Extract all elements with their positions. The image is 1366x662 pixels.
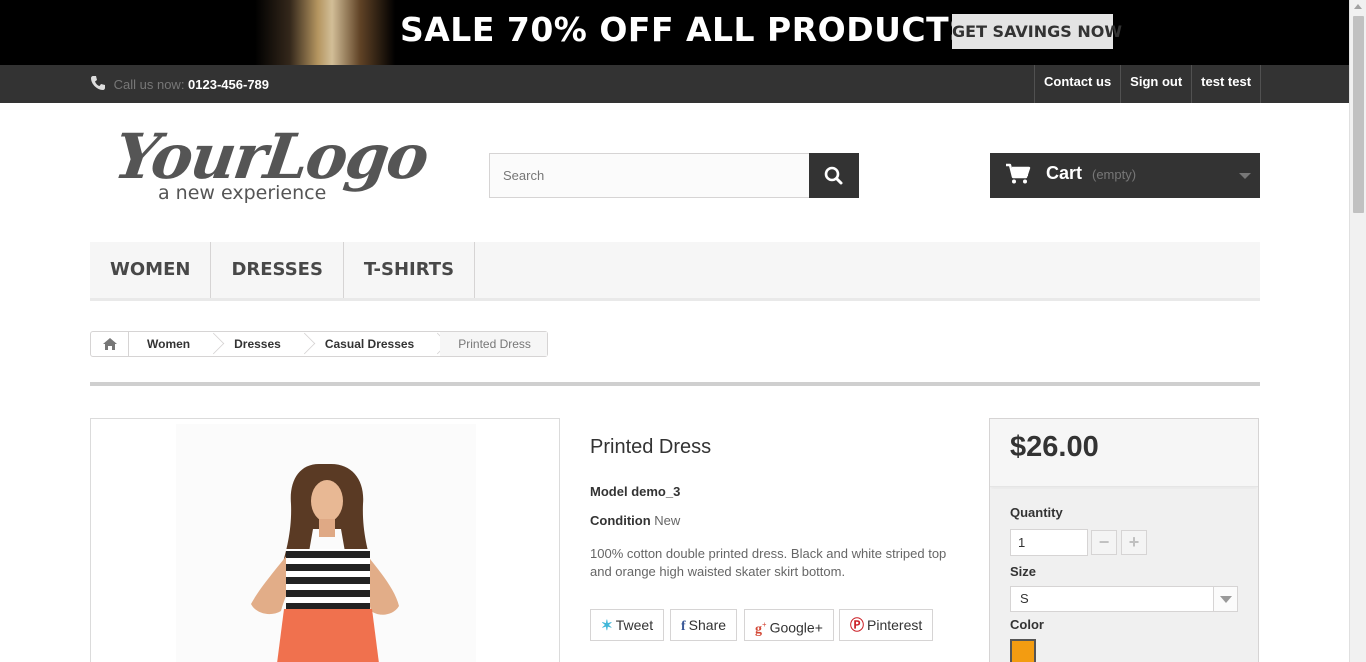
plus-icon: +	[1128, 532, 1140, 552]
breadcrumb-separator	[297, 332, 307, 356]
logo-tagline: a new experience	[158, 182, 327, 204]
product-photo	[176, 424, 476, 662]
model-value: demo_3	[631, 484, 681, 499]
condition-value: New	[654, 513, 681, 528]
breadcrumb-current: Printed Dress	[440, 332, 547, 356]
scrollbar[interactable]	[1349, 0, 1366, 662]
share-button[interactable]: f Share	[670, 609, 738, 641]
quantity-decrease-button[interactable]: −	[1091, 530, 1117, 555]
tweet-label: Tweet	[615, 617, 654, 633]
pinterest-button[interactable]: Ⓟ Pinterest	[839, 609, 934, 641]
product-image[interactable]	[90, 418, 560, 662]
breadcrumb-home[interactable]	[91, 332, 129, 356]
home-icon	[102, 338, 117, 350]
scrollbar-thumb[interactable]	[1353, 16, 1364, 213]
banner-model-image	[255, 0, 395, 65]
cart-icon	[1006, 163, 1031, 184]
condition-label: Condition	[590, 513, 651, 528]
price-header: $26.00	[990, 419, 1258, 487]
banner-headline: SALE 70% OFF ALL PRODUCTS	[400, 10, 974, 49]
product-model: Model demo_3	[590, 484, 680, 499]
divider	[90, 382, 1260, 386]
get-savings-button[interactable]: GET SAVINGS NOW	[952, 14, 1122, 49]
google-plus-label: Google+	[769, 619, 823, 636]
quantity-input[interactable]: 1	[1010, 529, 1088, 556]
menu-item-dresses[interactable]: DRESSES	[211, 242, 344, 298]
page: SALE 70% OFF ALL PRODUCTS GET SAVINGS NO…	[0, 0, 1366, 662]
twitter-icon: ✶	[601, 617, 613, 633]
call-label: Call us now:	[113, 77, 189, 92]
breadcrumb-separator	[430, 332, 440, 356]
site-logo[interactable]: YourLogo a new experience	[110, 120, 432, 210]
chevron-down-icon	[1239, 173, 1251, 179]
share-label: Share	[688, 617, 727, 633]
chevron-down-icon	[1213, 587, 1237, 611]
menu-item-women[interactable]: WOMEN	[90, 242, 212, 298]
product-condition: Condition New	[590, 513, 680, 528]
call-us: Call us now: 0123-456-789	[90, 75, 269, 92]
product-description: 100% cotton double printed dress. Black …	[590, 546, 947, 579]
promo-banner[interactable]: SALE 70% OFF ALL PRODUCTS GET SAVINGS NO…	[0, 0, 1349, 65]
top-bar: Call us now: 0123-456-789 Contact us Sig…	[0, 65, 1349, 103]
size-value: S	[1020, 591, 1029, 606]
pinterest-icon: Ⓟ	[850, 617, 864, 633]
quantity-label: Quantity	[1010, 505, 1063, 520]
facebook-icon: f	[681, 619, 686, 634]
size-label: Size	[1010, 564, 1037, 579]
phone-icon	[91, 76, 105, 90]
sign-out-link[interactable]: Sign out	[1120, 65, 1191, 103]
breadcrumb-casual-dresses[interactable]: Casual Dresses	[307, 332, 430, 356]
purchase-box: $26.00 Quantity 1 − + Size S Color	[989, 418, 1259, 662]
cart-label: Cart	[1046, 163, 1083, 183]
breadcrumb-dresses[interactable]: Dresses	[216, 332, 297, 356]
main-menu: WOMEN DRESSES T-SHIRTS	[90, 242, 1260, 301]
cart-status: (empty)	[1092, 167, 1137, 182]
breadcrumb-women[interactable]: Women	[129, 332, 206, 356]
search-input[interactable]: Search	[489, 153, 810, 198]
account-link[interactable]: test test	[1191, 65, 1262, 103]
menu-item-t-shirts[interactable]: T-SHIRTS	[344, 242, 476, 298]
header-links: Contact us Sign out test test	[1034, 65, 1262, 103]
color-swatch-orange[interactable]	[1010, 639, 1036, 662]
contact-us-link[interactable]: Contact us	[1034, 65, 1120, 103]
breadcrumb: Women Dresses Casual Dresses Printed Dre…	[90, 331, 548, 357]
search-icon	[824, 166, 843, 185]
minus-icon: −	[1098, 532, 1110, 552]
google-plus-button[interactable]: g+ Google+	[744, 609, 834, 641]
search-button[interactable]	[809, 153, 859, 198]
color-label: Color	[1010, 617, 1044, 632]
scroll-up-icon[interactable]	[1354, 4, 1362, 9]
cart-button[interactable]: Cart (empty)	[990, 153, 1260, 198]
breadcrumb-separator	[206, 332, 216, 356]
quantity-increase-button[interactable]: +	[1121, 530, 1147, 555]
size-select[interactable]: S	[1010, 586, 1238, 612]
model-label: Model	[590, 484, 628, 499]
google-plus-icon: g+	[755, 620, 767, 637]
product-price: $26.00	[1010, 431, 1099, 463]
product-title: Printed Dress	[590, 436, 712, 458]
pinterest-label: Pinterest	[867, 617, 923, 633]
phone-number: 0123-456-789	[188, 77, 270, 92]
tweet-button[interactable]: ✶ Tweet	[590, 609, 665, 641]
